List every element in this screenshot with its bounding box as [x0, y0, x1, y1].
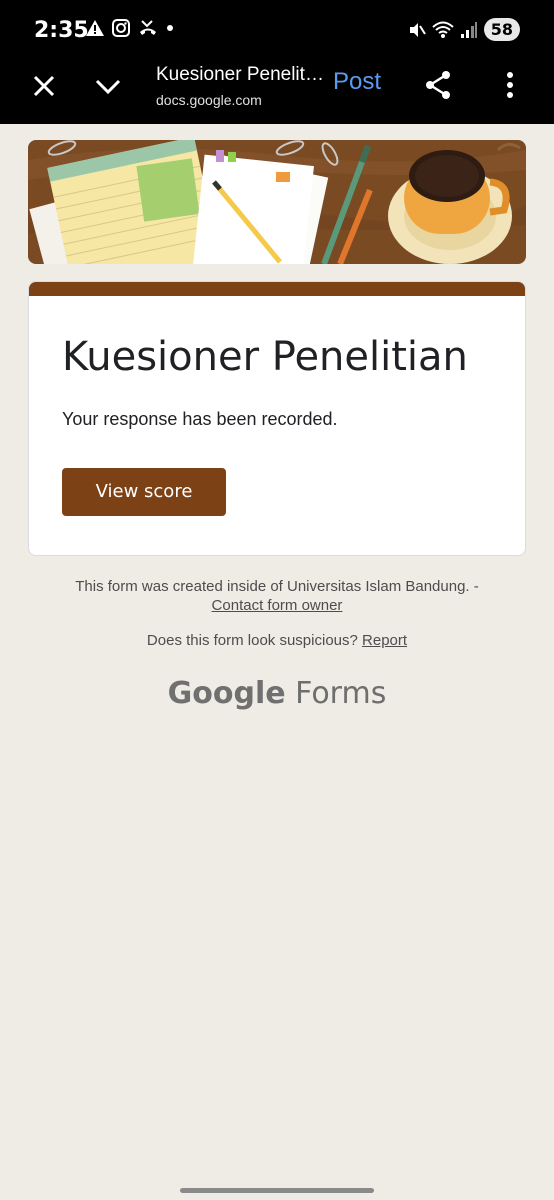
forms-wordmark: Forms	[295, 676, 387, 711]
created-notice: This form was created inside of Universi…	[75, 578, 479, 595]
google-forms-logo[interactable]: Google Forms	[0, 676, 554, 711]
instagram-icon	[112, 19, 130, 37]
card-accent-bar	[29, 282, 525, 296]
contact-owner-link[interactable]: Contact form owner	[212, 597, 343, 614]
dot-icon	[167, 25, 173, 31]
close-icon[interactable]	[30, 72, 58, 100]
google-wordmark: Google	[167, 676, 286, 711]
suspicious-text: Does this form look suspicious?	[146, 632, 358, 649]
form-title: Kuesioner Penelitian	[62, 334, 468, 380]
home-gesture-handle[interactable]	[180, 1188, 374, 1193]
browser-toolbar: Kuesioner Penelitian docs.google.com Pos…	[0, 58, 554, 124]
status-time: 2:35	[34, 18, 89, 43]
navigation-bar	[0, 1174, 554, 1200]
system-icons: 58	[408, 18, 520, 41]
signal-icon	[460, 21, 477, 38]
chevron-down-icon[interactable]	[94, 72, 122, 100]
notification-icons	[86, 19, 174, 37]
mute-icon	[409, 22, 426, 37]
missed-call-icon	[140, 20, 156, 35]
more-options-icon[interactable]	[500, 70, 520, 100]
page-url: docs.google.com	[156, 92, 262, 108]
status-bar: 2:35 58	[0, 0, 554, 58]
share-icon[interactable]	[424, 70, 452, 100]
report-link[interactable]: Report	[362, 632, 407, 649]
header-banner-image	[28, 140, 526, 264]
post-button[interactable]: Post	[333, 68, 381, 96]
wifi-icon	[432, 21, 454, 38]
form-footer: This form was created inside of Universi…	[28, 578, 526, 614]
page-title: Kuesioner Penelitian	[156, 64, 324, 85]
battery-indicator: 58	[483, 18, 520, 41]
confirmation-card: Kuesioner Penelitian Your response has b…	[28, 281, 526, 556]
warning-icon	[86, 20, 104, 36]
confirmation-message: Your response has been recorded.	[62, 409, 338, 429]
view-score-button[interactable]: View score	[62, 468, 226, 516]
suspicious-notice: Does this form look suspicious? Report	[28, 632, 526, 649]
